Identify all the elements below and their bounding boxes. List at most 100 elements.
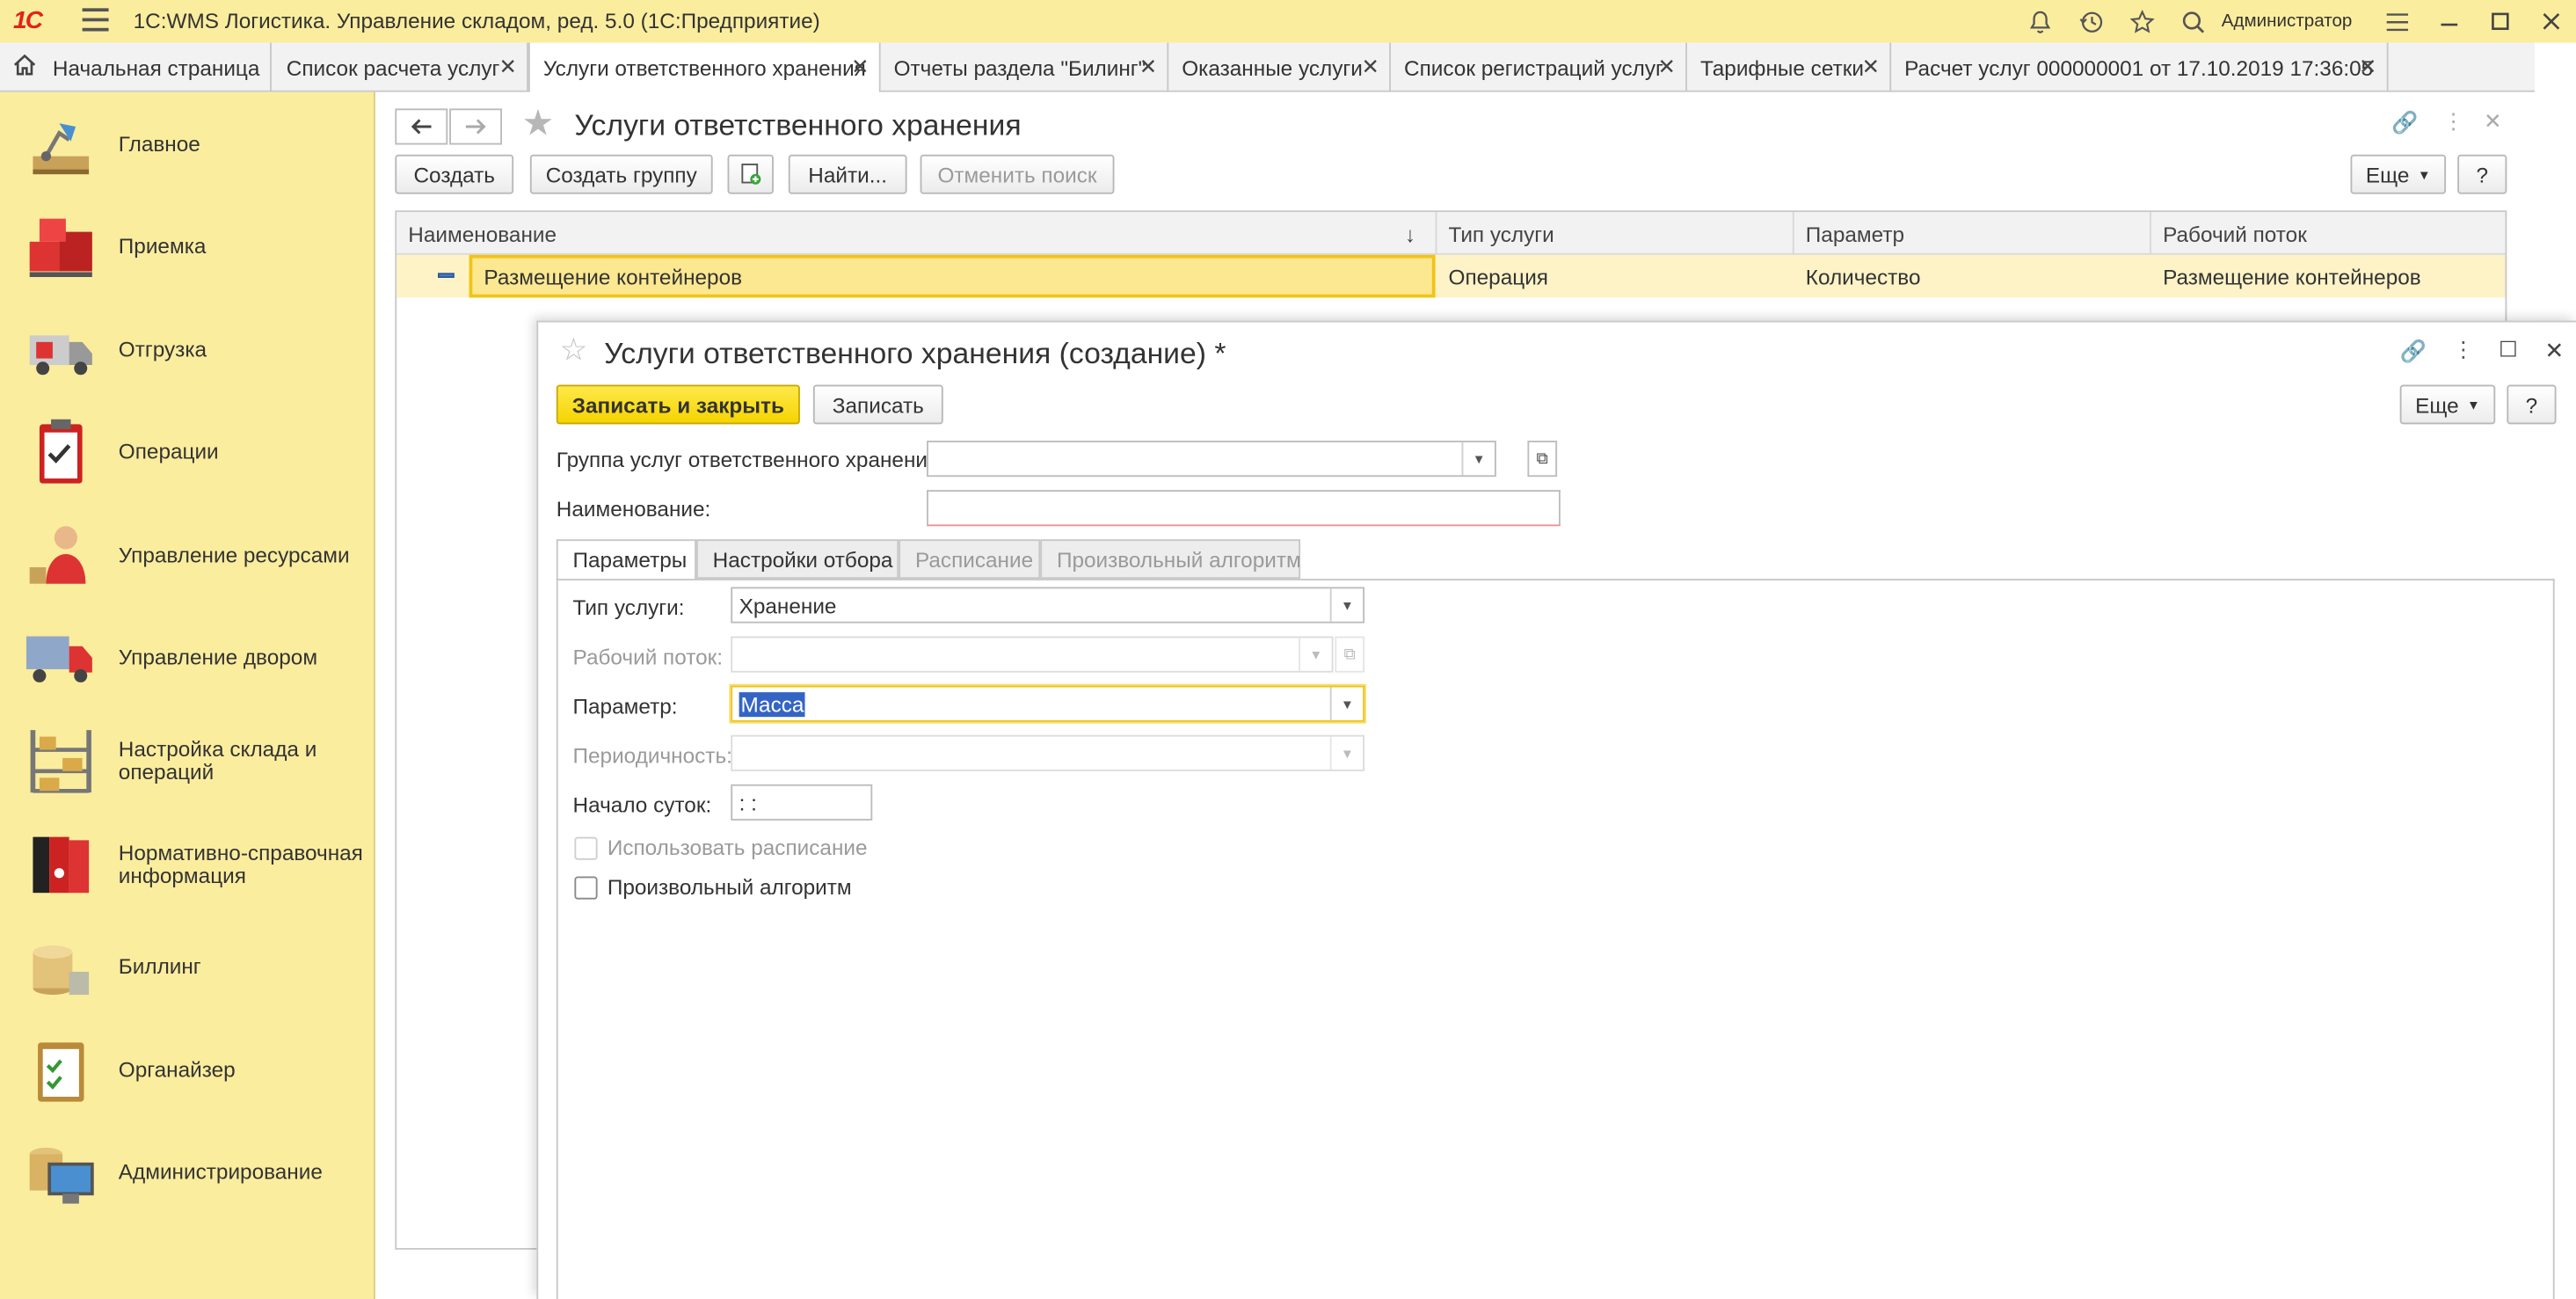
dialog-title: Услуги ответственного хранения (создание…: [604, 337, 1226, 370]
close-tab-icon[interactable]: ✕: [2359, 55, 2376, 81]
minimize-icon[interactable]: [2423, 0, 2474, 43]
column-header-type[interactable]: Тип услуги: [1437, 212, 1794, 255]
sidebar-item-organizer[interactable]: Органайзер: [0, 1021, 375, 1120]
table-row[interactable]: Размещение контейнеров Операция Количест…: [397, 254, 2508, 298]
save-button[interactable]: Записать: [812, 384, 943, 425]
history-icon[interactable]: [2065, 0, 2116, 43]
tab-tariff-grids[interactable]: Тарифные сетки ✕: [1687, 42, 1892, 92]
close-form-icon[interactable]: ✕: [2484, 108, 2501, 135]
save-and-close-button[interactable]: Записать и закрыть: [556, 384, 800, 425]
cell-type[interactable]: Операция: [1437, 255, 1794, 298]
sidebar-item-receiving[interactable]: Приемка: [0, 197, 375, 296]
custom-algorithm-checkbox[interactable]: [574, 876, 598, 900]
column-header-workflow[interactable]: Рабочий поток: [2151, 212, 2508, 255]
open-group-button[interactable]: ⧉: [1527, 441, 1558, 478]
find-button[interactable]: Найти...: [788, 154, 907, 194]
tab-billing-reports[interactable]: Отчеты раздела "Билинг" ✕: [881, 42, 1169, 92]
sidebar-item-main[interactable]: Главное: [0, 95, 375, 193]
close-tab-icon[interactable]: ✕: [1862, 55, 1880, 81]
more-actions-icon[interactable]: ⋮: [2442, 108, 2463, 135]
close-tab-icon[interactable]: ✕: [1657, 55, 1675, 81]
maximize-icon[interactable]: ☐: [2499, 337, 2518, 363]
tab-services-calculation-doc[interactable]: Расчет услуг 000000001 от 17.10.2019 17:…: [1891, 42, 2389, 92]
periodicity-select[interactable]: ▼: [731, 734, 1365, 771]
tab-schedule[interactable]: Расписание: [899, 539, 1041, 580]
group-input[interactable]: ▼: [927, 441, 1496, 478]
sidebar-item-label: Нормативно-справочная информация: [118, 840, 363, 888]
link-icon[interactable]: 🔗: [2400, 339, 2427, 365]
more-actions-icon[interactable]: ⋮: [2453, 337, 2474, 363]
more-label: Еще: [2415, 391, 2459, 417]
close-tab-icon[interactable]: ✕: [851, 55, 869, 81]
notifications-bell-icon[interactable]: [2014, 0, 2065, 43]
sidebar-item-billing[interactable]: Биллинг: [0, 917, 375, 1016]
sidebar-item-shipping[interactable]: Отгрузка: [0, 301, 375, 399]
sidebar-item-yard[interactable]: Управление двором: [0, 609, 375, 707]
sidebar-item-resources[interactable]: Управление ресурсами: [0, 507, 375, 605]
dropdown-arrow-icon[interactable]: ▼: [1461, 442, 1495, 476]
close-tab-icon[interactable]: ✕: [498, 55, 516, 81]
tab-custom-algorithm[interactable]: Произвольный алгоритм: [1040, 539, 1301, 580]
create-group-button[interactable]: Создать группу: [529, 154, 713, 194]
checklist-icon: [38, 1042, 84, 1102]
tabs-bar-gap: [2535, 42, 2576, 92]
sidebar-item-operations[interactable]: Операции: [0, 403, 375, 501]
tab-service-registrations[interactable]: Список регистраций услуг ✕: [1391, 42, 1688, 92]
forward-button[interactable]: [449, 108, 503, 145]
help-button[interactable]: ?: [2457, 154, 2507, 194]
dropdown-arrow-icon[interactable]: ▼: [1329, 687, 1363, 720]
create-button[interactable]: Создать: [395, 154, 514, 194]
tab-label: Расчет услуг 000000001 от 17.10.2019 17:…: [1904, 55, 2374, 80]
cancel-search-button[interactable]: Отменить поиск: [920, 154, 1115, 194]
current-user[interactable]: Администратор: [2222, 11, 2353, 31]
chevron-down-icon: ▼: [2466, 397, 2480, 412]
use-schedule-checkbox[interactable]: [574, 836, 598, 860]
sidebar-item-warehouse-setup[interactable]: Настройка склада и операций: [0, 712, 375, 811]
parameter-select[interactable]: Масса ▼: [731, 685, 1365, 722]
help-button[interactable]: ?: [2507, 384, 2557, 425]
column-header-parameter[interactable]: Параметр: [1794, 212, 2151, 255]
cell-workflow[interactable]: Размещение контейнеров: [2151, 255, 2508, 298]
column-header-name[interactable]: Наименование ↓: [397, 212, 1437, 255]
chevron-down-icon: ▼: [2417, 166, 2431, 182]
more-button[interactable]: Еще ▼: [2399, 384, 2496, 425]
settings-menu-icon[interactable]: [2372, 0, 2423, 43]
search-icon[interactable]: [2167, 0, 2218, 43]
workflow-input[interactable]: ▼: [731, 636, 1334, 673]
copy-button[interactable]: [727, 154, 774, 194]
close-dialog-icon[interactable]: ✕: [2544, 337, 2564, 365]
sidebar-item-label: Операции: [118, 439, 219, 464]
create-service-dialog: ☆ Услуги ответственного хранения (создан…: [536, 320, 2576, 1299]
close-app-icon[interactable]: [2525, 0, 2576, 43]
tab-storage-services[interactable]: Услуги ответственного хранения ✕: [528, 42, 881, 94]
day-start-input[interactable]: : :: [731, 784, 873, 821]
main-menu-icon[interactable]: [82, 8, 109, 32]
tab-parameters[interactable]: Параметры: [556, 539, 696, 580]
more-button[interactable]: Еще ▼: [2350, 154, 2447, 194]
name-input[interactable]: [927, 490, 1561, 527]
sidebar-item-label: Администрирование: [118, 1159, 323, 1185]
name-label: Наименование:: [556, 496, 711, 522]
day-start-label: Начало суток:: [572, 792, 712, 818]
maximize-icon[interactable]: [2474, 0, 2525, 43]
back-button[interactable]: [395, 108, 448, 145]
cell-parameter[interactable]: Количество: [1794, 255, 2151, 298]
sidebar-item-administration[interactable]: Администрирование: [0, 1123, 375, 1222]
link-icon[interactable]: 🔗: [2391, 110, 2418, 136]
sidebar-item-label: Приемка: [118, 233, 207, 259]
close-tab-icon[interactable]: ✕: [1361, 55, 1379, 81]
favorite-star-icon[interactable]: ★: [521, 102, 554, 145]
close-tab-icon[interactable]: ✕: [1139, 55, 1157, 81]
favorite-star-icon[interactable]: ☆: [560, 332, 588, 370]
tab-selection-settings[interactable]: Настройки отбора: [695, 539, 899, 580]
dropdown-arrow-icon[interactable]: ▼: [1329, 588, 1363, 622]
tab-home[interactable]: Начальная страница: [0, 42, 272, 92]
favorites-star-icon[interactable]: [2116, 0, 2167, 43]
tab-rendered-services[interactable]: Оказанные услуги ✕: [1168, 42, 1392, 92]
dropdown-arrow-icon: ▼: [1329, 736, 1363, 770]
tab-services-calc-list[interactable]: Список расчета услуг ✕: [273, 42, 528, 92]
tab-label: Отчеты раздела "Билинг": [893, 55, 1146, 80]
cell-name[interactable]: Размещение контейнеров: [469, 254, 1436, 298]
sidebar-item-reference-data[interactable]: Нормативно-справочная информация: [0, 815, 375, 914]
service-type-select[interactable]: Хранение ▼: [731, 587, 1365, 624]
